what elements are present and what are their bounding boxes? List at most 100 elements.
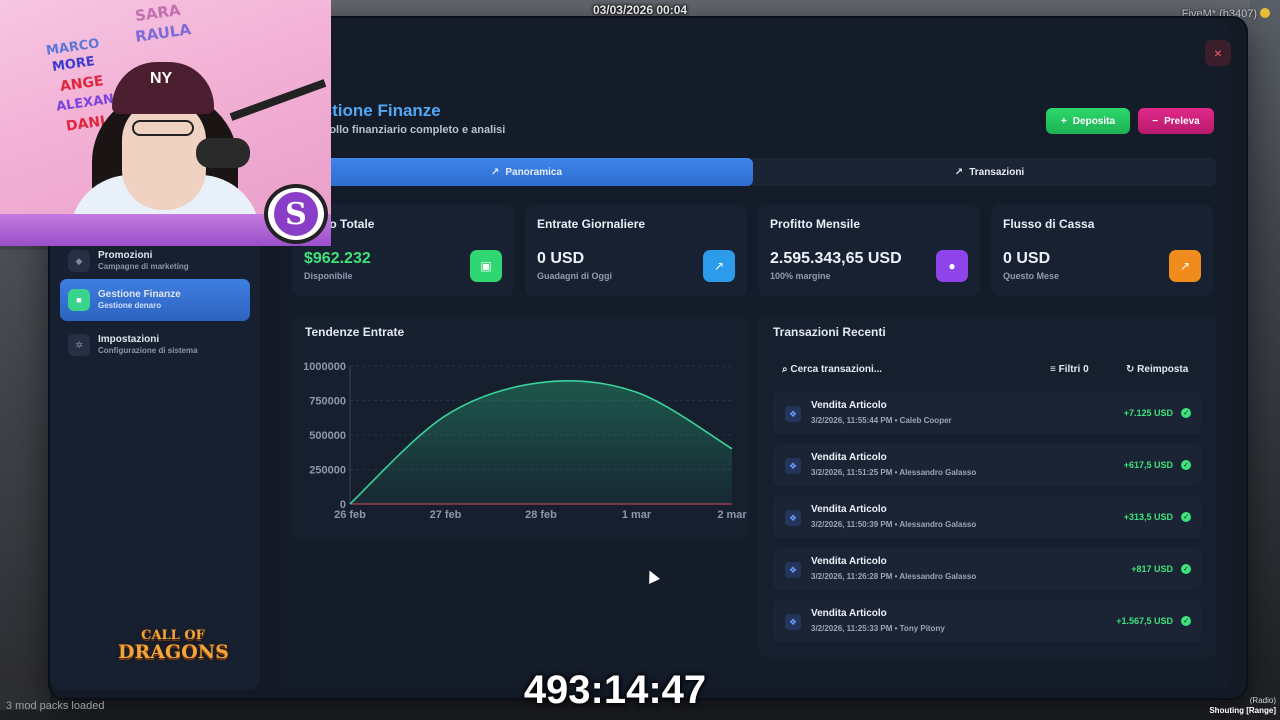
transaction-row[interactable]: ❖ Vendita Articolo 3/2/2026, 11:26:28 PM… xyxy=(773,548,1201,590)
item-sale-icon: ❖ xyxy=(785,458,801,474)
call-of-dragons-logo: CALL OF DRAGONS xyxy=(118,628,229,663)
withdraw-button[interactable]: − Preleva xyxy=(1138,108,1214,134)
transaction-amount: +1.567,5 USD xyxy=(1116,616,1173,626)
check-icon: ✓ xyxy=(1181,512,1191,522)
sidebar-item-sublabel: Gestione denaro xyxy=(98,301,162,310)
check-icon: ✓ xyxy=(1181,408,1191,418)
transaction-title: Vendita Articolo xyxy=(811,608,887,619)
trend-icon: ↗ xyxy=(954,166,964,178)
refresh-icon: ↻ xyxy=(1126,364,1135,375)
coin-icon xyxy=(1260,8,1270,18)
stat-value: 2.595.343,65 USD xyxy=(770,250,902,267)
transaction-meta: 3/2/2026, 11:51:25 PM • Alessandro Galas… xyxy=(811,468,977,477)
transaction-amount: +617,5 USD xyxy=(1123,460,1173,470)
transaction-row[interactable]: ❖ Vendita Articolo 3/2/2026, 11:50:39 PM… xyxy=(773,496,1201,538)
stat-label: Profitto Mensile xyxy=(770,217,861,231)
stream-timer: 493:14:47 xyxy=(523,668,707,712)
close-button[interactable]: × xyxy=(1205,40,1231,66)
revenue-chart-card: Tendenze Entrate 0 250000 500000 750000 1000… xyxy=(292,314,748,540)
stat-label: Entrate Giornaliere xyxy=(537,217,646,231)
item-sale-icon: ❖ xyxy=(785,406,801,422)
sidebar-item-label: Impostazioni xyxy=(98,334,160,345)
transaction-amount: +313,5 USD xyxy=(1123,512,1173,522)
transaction-row[interactable]: ❖ Vendita Articolo 3/2/2026, 11:51:25 PM… xyxy=(773,444,1201,486)
sidebar-item-label: Gestione Finanze xyxy=(98,289,181,300)
y-tick-label: 1000000 xyxy=(303,361,346,373)
transactions-title: Transazioni Recenti xyxy=(773,325,886,339)
main-panel: Gestione Finanze Controllo finanziario c… xyxy=(280,18,1230,690)
transaction-title: Vendita Articolo xyxy=(811,452,887,463)
revenue-area-fill xyxy=(350,380,732,504)
transaction-amount: +7.125 USD xyxy=(1123,408,1173,418)
sidebar-item-label: Promozioni xyxy=(98,250,153,261)
transaction-meta: 3/2/2026, 11:50:39 PM • Alessandro Galas… xyxy=(811,520,977,529)
item-sale-icon: ❖ xyxy=(785,614,801,630)
channel-logo: S xyxy=(264,184,328,244)
megaphone-icon: ◆ xyxy=(68,250,90,272)
reset-button[interactable]: ↻ Reimposta xyxy=(1126,364,1188,375)
transaction-row[interactable]: ❖ Vendita Articolo 3/2/2026, 11:25:33 PM… xyxy=(773,600,1201,642)
sidebar-item-settings[interactable]: ✲ Impostazioni Configurazione di sistema xyxy=(60,324,250,366)
wall-writing: MORE xyxy=(51,54,96,75)
revenue-chart: 0250000500000750000100000026 feb 27 feb 28… xyxy=(303,361,747,521)
microphone xyxy=(196,138,250,168)
webcam-overlay: SARA RAULA MARCO MORE ANGE ALEXAND DANI … xyxy=(0,0,331,246)
status-text: 3 mod packs loaded xyxy=(6,700,105,712)
item-sale-icon: ❖ xyxy=(785,562,801,578)
x-tick-label: 26 feb xyxy=(334,509,366,521)
recent-transactions-card: Transazioni Recenti ⌕ Cerca transazioni.… xyxy=(758,314,1216,658)
stat-value: $962.232 xyxy=(304,250,371,267)
transaction-title: Vendita Articolo xyxy=(811,504,887,515)
chart-up-icon: ↗ xyxy=(1169,250,1201,282)
stat-sublabel: Guadagni di Oggi xyxy=(537,271,612,281)
transaction-search-input[interactable]: ⌕ Cerca transazioni... xyxy=(782,364,882,375)
tab-overview[interactable]: ↗ Panoramica xyxy=(300,158,753,186)
wall-writing: ANGE xyxy=(59,73,105,95)
stat-card-cash-flow: Flusso di Cassa 0 USD Questo Mese ↗ xyxy=(991,204,1213,296)
deposit-button[interactable]: + Deposita xyxy=(1046,108,1130,134)
x-tick-label: 1 mar xyxy=(622,509,652,521)
transaction-title: Vendita Articolo xyxy=(811,556,887,567)
stat-value: 0 USD xyxy=(1003,250,1051,267)
sidebar-item-promotions[interactable]: ◆ Promozioni Campagne di marketing xyxy=(60,240,250,282)
close-icon: × xyxy=(1213,45,1223,61)
stat-card-daily-income: Entrate Giornaliere 0 USD Guadagni di Og… xyxy=(525,204,747,296)
stat-sublabel: 100% margine xyxy=(770,271,831,281)
minus-icon: − xyxy=(1152,115,1159,127)
plus-icon: + xyxy=(1060,115,1067,127)
trend-up-icon: ↗ xyxy=(703,250,735,282)
transaction-title: Vendita Articolo xyxy=(811,400,887,411)
wallet-icon: ■ xyxy=(68,289,90,311)
y-tick-label: 250000 xyxy=(309,465,346,477)
stat-card-monthly-profit: Profitto Mensile 2.595.343,65 USD 100% m… xyxy=(758,204,980,296)
tab-transactions[interactable]: ↗ Transazioni xyxy=(763,158,1216,186)
stat-label: Flusso di Cassa xyxy=(1003,217,1095,231)
tab-bar: ↗ Panoramica ↗ Transazioni xyxy=(300,158,1216,186)
item-sale-icon: ❖ xyxy=(785,510,801,526)
y-tick-label: 750000 xyxy=(309,396,346,408)
check-icon: ✓ xyxy=(1181,616,1191,626)
filters-button[interactable]: ≡ Filtri 0 xyxy=(1050,364,1089,375)
filter-icon: ≡ xyxy=(1050,364,1056,375)
x-tick-label: 27 feb xyxy=(430,509,462,521)
cap-logo: NY xyxy=(150,70,173,87)
check-icon: ✓ xyxy=(1181,460,1191,470)
voice-status: (Radio) Shouting [Range] xyxy=(1209,696,1276,715)
streamer-glasses xyxy=(132,120,194,136)
transaction-row[interactable]: ❖ Vendita Articolo 3/2/2026, 11:55:44 PM… xyxy=(773,392,1201,434)
y-tick-label: 500000 xyxy=(309,430,346,442)
stat-value: 0 USD xyxy=(537,250,585,267)
sidebar-item-sublabel: Campagne di marketing xyxy=(98,262,189,271)
piggy-bank-icon: ● xyxy=(936,250,968,282)
check-icon: ✓ xyxy=(1181,564,1191,574)
streamer-face xyxy=(122,100,206,210)
sidebar-item-sublabel: Configurazione di sistema xyxy=(98,346,198,355)
wallet-icon: ▣ xyxy=(470,250,502,282)
transaction-meta: 3/2/2026, 11:25:33 PM • Tony Pitony xyxy=(811,624,945,633)
sidebar-item-finance[interactable]: ■ Gestione Finanze Gestione denaro xyxy=(60,279,250,321)
stat-sublabel: Disponibile xyxy=(304,271,353,281)
transaction-amount: +817 USD xyxy=(1131,564,1173,574)
transaction-meta: 3/2/2026, 11:55:44 PM • Caleb Cooper xyxy=(811,416,952,425)
mic-arm xyxy=(229,79,327,121)
transaction-meta: 3/2/2026, 11:26:28 PM • Alessandro Galas… xyxy=(811,572,977,581)
